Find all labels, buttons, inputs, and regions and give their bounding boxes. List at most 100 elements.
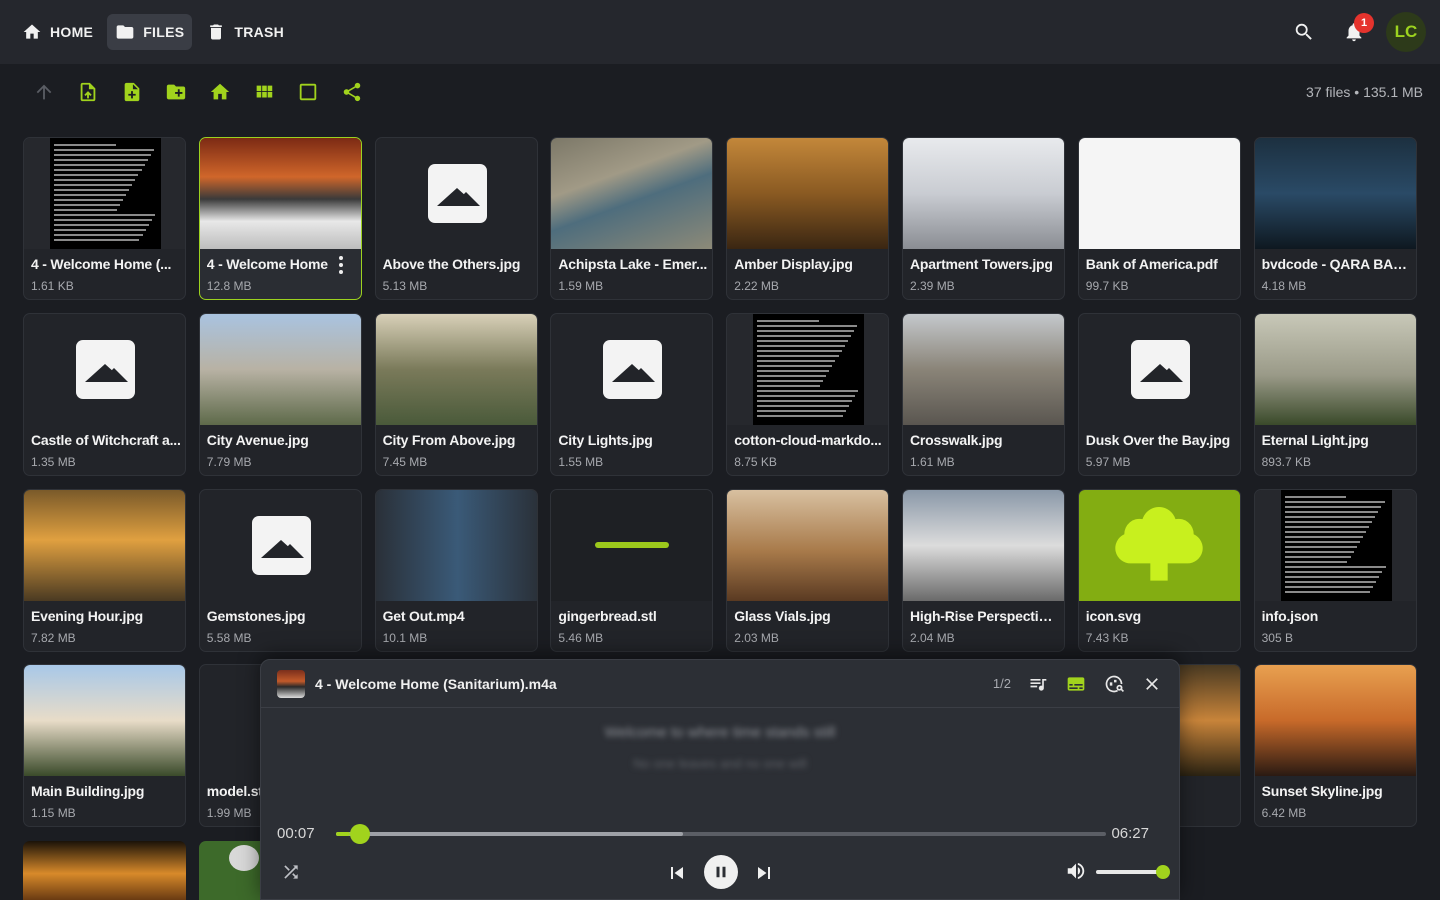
- more-options-button[interactable]: [335, 255, 347, 275]
- shuffle-button[interactable]: [281, 862, 303, 884]
- file-card[interactable]: 4 - Welcome Home (... 1.61 KB: [23, 137, 186, 300]
- file-card[interactable]: 4 - Welcome Home 12.8 MB: [198, 137, 362, 300]
- file-card[interactable]: bvdcode - QARA BAS... 4.18 MB: [1253, 137, 1417, 300]
- file-card[interactable]: City Lights.jpg 1.55 MB: [550, 312, 714, 476]
- share-button[interactable]: [330, 70, 374, 114]
- subtitles-icon: [1067, 676, 1085, 691]
- lyrics-toggle-button[interactable]: [1065, 673, 1087, 695]
- file-card[interactable]: Apartment Towers.jpg 2.39 MB: [902, 137, 1065, 300]
- file-size: 7.79 MB: [206, 454, 252, 469]
- search-button[interactable]: [1284, 12, 1324, 52]
- seek-handle[interactable]: [349, 824, 370, 844]
- new-file-button[interactable]: [110, 70, 154, 114]
- file-size: 5.46 MB: [558, 630, 604, 645]
- file-name: Gemstones.jpg: [206, 607, 306, 624]
- file-thumbnail: [727, 489, 889, 601]
- arrow-up-icon: [36, 84, 52, 100]
- file-thumbnail: [727, 138, 889, 249]
- terminal-preview: [1280, 489, 1392, 601]
- file-card[interactable]: High-Rise Perspective... 2.04 MB: [902, 488, 1065, 652]
- nav-files-button[interactable]: FILES: [107, 14, 193, 50]
- file-card[interactable]: Sunset Skyline.jpg 6.42 MB: [1253, 664, 1417, 828]
- nav-home-button[interactable]: HOME: [14, 14, 101, 50]
- file-card[interactable]: Eternal Light.jpg 893.7 KB: [1253, 312, 1417, 476]
- select-mode-button[interactable]: [286, 70, 330, 114]
- file-card[interactable]: icon.svg 7.43 KB: [1077, 488, 1241, 652]
- file-name: Castle of Witchcraft a...: [31, 431, 181, 448]
- file-card[interactable]: Dusk Over the Bay.jpg 5.97 MB: [1077, 312, 1241, 476]
- audio-player: 4 - Welcome Home (Sanitarium).m4a 1/2 We…: [260, 659, 1180, 900]
- file-card[interactable]: Achipsta Lake - Emer... 1.59 MB: [550, 137, 714, 300]
- file-name: City From Above.jpg: [382, 431, 516, 448]
- volume-button[interactable]: [1065, 860, 1089, 884]
- file-name: Main Building.jpg: [31, 783, 145, 800]
- file-size: 1.15 MB: [31, 806, 76, 821]
- new-folder-button[interactable]: [154, 70, 198, 114]
- cloud-logo-icon: [1107, 494, 1211, 598]
- file-size: 5.97 MB: [1085, 454, 1131, 469]
- lyric-current-line: Welcome to where time stands still: [604, 724, 836, 741]
- volume-slider[interactable]: [1096, 865, 1170, 879]
- file-card[interactable]: Evening Hour.jpg 7.82 MB: [23, 488, 186, 652]
- next-track-button[interactable]: [747, 856, 781, 890]
- file-card[interactable]: cotton-cloud-markdo... 8.75 KB: [726, 312, 890, 476]
- nav-trash-label: TRASH: [234, 24, 285, 40]
- image-placeholder-icon: [603, 339, 663, 399]
- file-thumbnail: [24, 314, 185, 425]
- file-card[interactable]: City From Above.jpg 7.45 MB: [374, 312, 538, 476]
- terminal-preview: [50, 138, 161, 249]
- lyrics-search-button[interactable]: [1103, 673, 1125, 695]
- file-card[interactable]: Crosswalk.jpg 1.61 MB: [902, 312, 1065, 476]
- file-name: Get Out.mp4: [382, 607, 465, 624]
- file-card[interactable]: Get Out.mp4 10.1 MB: [374, 488, 538, 652]
- home-icon: [210, 83, 230, 100]
- file-size: 12.8 MB: [206, 279, 252, 293]
- file-card[interactable]: Glass Vials.jpg 2.03 MB: [726, 488, 890, 652]
- file-card[interactable]: Amber Display.jpg 2.22 MB: [726, 137, 890, 300]
- notifications-button[interactable]: 1: [1334, 12, 1374, 52]
- file-card[interactable]: info.json 305 B: [1253, 488, 1417, 652]
- file-size: 2.22 MB: [734, 279, 779, 293]
- close-player-button[interactable]: [1141, 673, 1163, 695]
- notification-badge: 1: [1354, 13, 1374, 33]
- nav-actions: 1 LC: [1284, 12, 1426, 52]
- file-size: 893.7 KB: [1261, 454, 1311, 469]
- file-size: 1.61 KB: [31, 279, 74, 293]
- shuffle-icon: [284, 865, 298, 879]
- globe-search-icon: [1105, 675, 1124, 692]
- file-card[interactable]: Above the Others.jpg 5.13 MB: [374, 137, 538, 300]
- upload-file-button[interactable]: [66, 70, 110, 114]
- file-thumbnail: [903, 489, 1064, 601]
- file-name: City Avenue.jpg: [206, 431, 309, 448]
- file-thumbnail: [1254, 489, 1416, 601]
- grid-view-button[interactable]: [242, 70, 286, 114]
- top-nav: HOME FILES TRASH 1 LC: [0, 0, 1440, 64]
- file-thumbnail: [24, 138, 185, 249]
- navigate-up-button[interactable]: [22, 70, 66, 114]
- volume-handle[interactable]: [1156, 865, 1170, 879]
- file-size: 2.39 MB: [910, 279, 955, 293]
- file-thumbnail: [551, 489, 713, 601]
- previous-track-button[interactable]: [660, 856, 694, 890]
- file-card[interactable]: Main Building.jpg 1.15 MB: [23, 664, 186, 828]
- pause-button[interactable]: [704, 855, 738, 889]
- file-card[interactable]: Castle of Witchcraft a... 1.35 MB: [23, 312, 186, 476]
- playlist-button[interactable]: [1027, 673, 1049, 695]
- seek-bar[interactable]: [336, 824, 1106, 844]
- nav-trash-button[interactable]: TRASH: [198, 14, 292, 50]
- file-card[interactable]: City Avenue.jpg 7.79 MB: [198, 312, 362, 476]
- file-size: 5.58 MB: [206, 630, 252, 645]
- file-card[interactable]: gingerbread.stl 5.46 MB: [550, 488, 714, 652]
- file-size: 8.75 KB: [734, 454, 777, 469]
- current-time: 00:07: [277, 825, 315, 842]
- file-size: 6.42 MB: [1261, 806, 1307, 821]
- file-thumbnail: [1078, 138, 1240, 249]
- file-name: Crosswalk.jpg: [910, 431, 1003, 448]
- file-size: 2.03 MB: [734, 630, 779, 645]
- avatar[interactable]: LC: [1386, 12, 1426, 52]
- file-card[interactable]: Bank of America.pdf 99.7 KB: [1077, 137, 1241, 300]
- file-card-partial[interactable]: [23, 841, 186, 900]
- file-card[interactable]: Gemstones.jpg 5.58 MB: [198, 488, 362, 652]
- go-home-button[interactable]: [198, 70, 242, 114]
- file-thumbnail: [1254, 138, 1416, 249]
